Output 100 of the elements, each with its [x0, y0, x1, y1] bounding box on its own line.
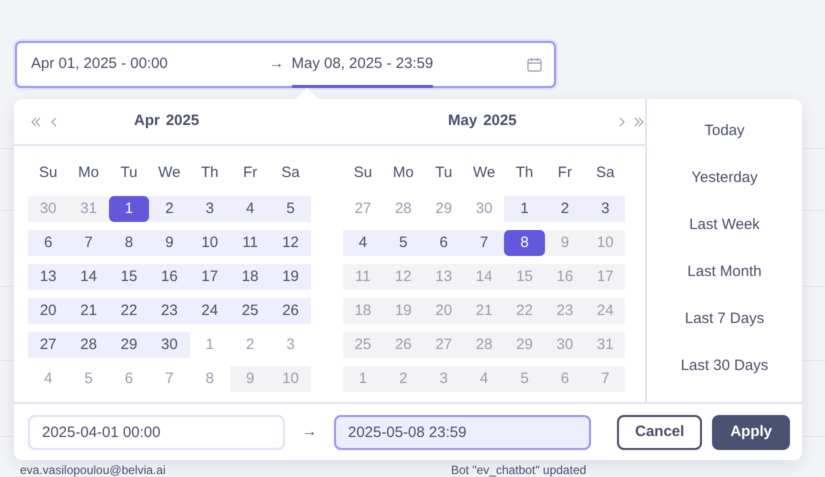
calendar-day: 1: [342, 366, 384, 392]
calendar-day[interactable]: 4: [342, 230, 384, 256]
preset-option[interactable]: Yesterday: [691, 166, 758, 189]
calendar-day: 6: [544, 366, 586, 392]
chevron-right-icon[interactable]: [618, 116, 626, 126]
year-label[interactable]: 2025: [166, 110, 200, 133]
calendar-day: 15: [504, 264, 545, 290]
calendar-day[interactable]: 14: [68, 264, 109, 290]
preset-option[interactable]: Last Week: [689, 213, 760, 236]
calendar-day[interactable]: 7: [464, 230, 504, 256]
calendar-day[interactable]: 6: [424, 230, 464, 256]
calendar-day: 2: [383, 366, 424, 392]
calendar-day[interactable]: 22: [108, 298, 150, 324]
weekday-label: Th: [514, 162, 534, 183]
calendar-day: 28: [464, 332, 504, 358]
calendar-day[interactable]: 27: [28, 332, 68, 358]
weekday-label: Tu: [434, 162, 454, 183]
calendar-day[interactable]: 13: [28, 264, 68, 290]
calendar-day[interactable]: 15: [108, 264, 150, 290]
user-email: eva.vasilopoulou@belvia.ai: [20, 463, 166, 477]
preset-option[interactable]: Last Month: [687, 260, 762, 283]
year-label[interactable]: 2025: [483, 110, 517, 133]
weekday-label: Fr: [556, 162, 573, 183]
calendar-day[interactable]: 21: [68, 298, 109, 324]
weekday-label: We: [472, 162, 496, 183]
weekday-label: Su: [352, 162, 374, 183]
calendar-day[interactable]: 3: [585, 196, 626, 222]
chevron-left-icon[interactable]: [50, 116, 56, 126]
calendar-day: 22: [504, 298, 545, 324]
range-arrow: →: [269, 54, 284, 74]
calendar-day[interactable]: 5: [383, 230, 424, 256]
calendar-day[interactable]: 8: [108, 230, 150, 256]
calendar-day[interactable]: 20: [28, 298, 68, 324]
calendar-day: 24: [585, 298, 626, 324]
start-date-field[interactable]: 2025-04-01 00:00: [28, 414, 285, 450]
calendar-day: 4: [464, 366, 504, 392]
activity-text: Bot "ev_chatbot" updated: [451, 463, 586, 477]
calendar-day: 14: [464, 264, 504, 290]
calendar-day[interactable]: 2: [544, 196, 586, 222]
calendar-day[interactable]: 4: [230, 196, 270, 222]
calendar-day: 9: [230, 366, 270, 392]
weekday-label: Sa: [595, 162, 616, 183]
weekday-label: Fr: [242, 162, 258, 183]
apply-button[interactable]: Apply: [712, 414, 790, 450]
weekday-label: Tu: [120, 162, 138, 183]
calendar-day: 20: [424, 298, 464, 324]
date-range-field[interactable]: Apr 01, 2025 - 00:00 → May 08, 2025 - 23:59: [15, 41, 556, 88]
calendar-day[interactable]: 26: [270, 298, 311, 324]
preset-option[interactable]: Today: [704, 119, 745, 142]
calendar-day[interactable]: 6: [28, 230, 68, 256]
range-start-text[interactable]: Apr 01, 2025 - 00:00: [31, 43, 269, 86]
calendar-day: 19: [383, 298, 424, 324]
weekday-label: Mo: [392, 162, 415, 183]
calendar-icon[interactable]: [527, 57, 542, 72]
end-date-field[interactable]: 2025-05-08 23:59: [334, 414, 591, 450]
calendar-day: 7: [585, 366, 626, 392]
double-chevron-left-icon[interactable]: [30, 116, 42, 126]
calendar-day[interactable]: 2: [149, 196, 190, 222]
calendar-day[interactable]: 1: [504, 196, 545, 222]
calendar-day: 27: [424, 332, 464, 358]
calendar-day[interactable]: 30: [149, 332, 190, 358]
calendar-day: 23: [544, 298, 586, 324]
selected-day[interactable]: 1: [108, 196, 150, 222]
weekday-label: Mo: [77, 162, 100, 183]
calendar-day: 30: [544, 332, 586, 358]
double-chevron-right-icon[interactable]: [633, 116, 645, 126]
calendar-day: 21: [464, 298, 504, 324]
calendar-day[interactable]: 24: [190, 298, 230, 324]
calendar-day[interactable]: 5: [270, 196, 311, 222]
calendar-day[interactable]: 19: [270, 264, 311, 290]
preset-option[interactable]: Last 7 Days: [684, 307, 764, 330]
calendar-day: 25: [342, 332, 384, 358]
calendar-day[interactable]: 10: [190, 230, 230, 256]
weekday-label: Th: [200, 162, 220, 183]
calendar-day[interactable]: 9: [149, 230, 190, 256]
calendar-day[interactable]: 18: [230, 264, 270, 290]
calendar-day[interactable]: 17: [190, 264, 230, 290]
calendar-day[interactable]: 25: [230, 298, 270, 324]
range-end-text[interactable]: May 08, 2025 - 23:59: [292, 43, 434, 86]
calendar-day[interactable]: 28: [68, 332, 109, 358]
month-label[interactable]: May: [448, 110, 478, 133]
calendar-day: 3: [424, 366, 464, 392]
calendar-day[interactable]: 23: [149, 298, 190, 324]
selected-day[interactable]: 8: [504, 230, 545, 256]
preset-option[interactable]: Last 30 Days: [680, 354, 768, 377]
calendar-day: 5: [504, 366, 545, 392]
weekday-label: Su: [38, 162, 58, 183]
calendar-day[interactable]: 12: [270, 230, 311, 256]
calendar-day: 31: [68, 196, 109, 222]
calendar-day: 13: [424, 264, 464, 290]
calendar-day: 26: [383, 332, 424, 358]
calendar-day[interactable]: 29: [108, 332, 150, 358]
calendar-day[interactable]: 7: [68, 230, 109, 256]
calendar-day[interactable]: 11: [230, 230, 270, 256]
calendar-day: 18: [342, 298, 384, 324]
calendar-day[interactable]: 16: [149, 264, 190, 290]
cancel-button[interactable]: Cancel: [617, 414, 702, 450]
calendar-day[interactable]: 3: [190, 196, 230, 222]
month-label[interactable]: Apr: [134, 110, 160, 133]
calendar-day: 10: [585, 230, 626, 256]
